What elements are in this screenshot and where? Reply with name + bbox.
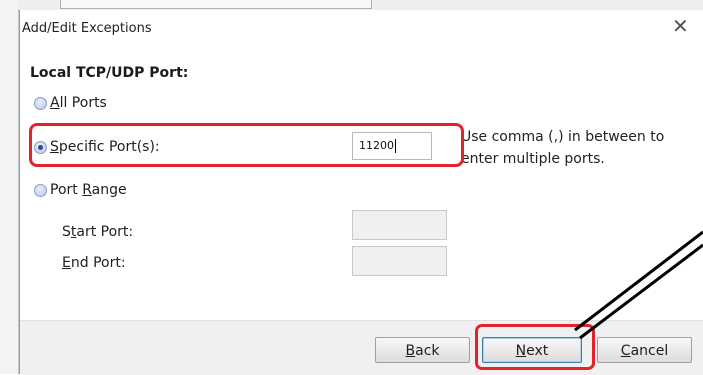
annotation-arrow-line-1 xyxy=(574,230,703,332)
annotation-arrow-line-2 xyxy=(579,243,703,340)
annotation-overlay xyxy=(574,230,703,340)
